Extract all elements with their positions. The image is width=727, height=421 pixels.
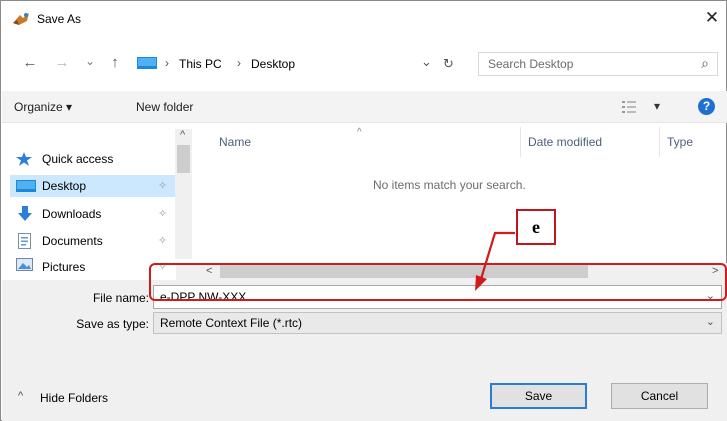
address-dropdown-button[interactable]: ⌄: [421, 54, 432, 70]
sort-indicator-icon: ^: [357, 127, 362, 138]
pin-icon: ✧: [158, 235, 168, 247]
navigation-pane: Quick access Desktop ✧ Downloads ✧ Docum…: [2, 124, 193, 274]
breadcrumb-this-pc[interactable]: This PC: [179, 57, 222, 71]
close-button[interactable]: ✕: [701, 7, 723, 29]
download-icon: [18, 206, 32, 221]
up-button[interactable]: ↑: [107, 53, 123, 73]
nav-item-desktop[interactable]: Desktop ✧: [10, 175, 180, 197]
view-dropdown-button[interactable]: ▾: [654, 99, 660, 113]
cancel-button[interactable]: Cancel: [611, 383, 708, 409]
nav-item-documents[interactable]: Documents ✧: [10, 230, 180, 252]
documents-icon: [18, 233, 31, 249]
save-as-dialog: Save As ✕ ← → ⌄ ↑ › This PC › Desktop ⌄ …: [0, 0, 727, 421]
column-header-type[interactable]: Type: [667, 135, 693, 149]
desktop-icon: [16, 180, 36, 192]
app-icon: [13, 13, 29, 25]
organize-button[interactable]: Organize ▾: [14, 100, 72, 114]
save-as-type-select[interactable]: Remote Context File (*.rtc) ⌄: [153, 312, 722, 334]
hide-folders-label: Hide Folders: [40, 391, 109, 405]
breadcrumb-desktop[interactable]: Desktop: [251, 57, 295, 71]
pin-icon: ✧: [158, 208, 168, 220]
command-toolbar: Organize ▾ New folder ▾ ?: [2, 91, 727, 123]
save-button[interactable]: Save: [490, 383, 587, 409]
desktop-location-icon: [137, 57, 157, 69]
forward-button[interactable]: →: [53, 53, 71, 73]
nav-pane-scrollbar[interactable]: ^: [175, 129, 192, 259]
nav-item-label: Pictures: [42, 260, 86, 274]
column-header-date-modified[interactable]: Date modified: [528, 135, 602, 149]
star-icon: [16, 152, 32, 166]
address-bar[interactable]: › This PC › Desktop ⌄ ↻: [132, 52, 470, 76]
column-separator[interactable]: [520, 127, 521, 157]
refresh-button[interactable]: ↻: [443, 56, 454, 72]
column-separator[interactable]: [659, 127, 660, 157]
new-folder-button[interactable]: New folder: [136, 100, 193, 114]
column-header-name[interactable]: Name: [219, 135, 251, 149]
pictures-icon: [16, 258, 33, 271]
nav-item-downloads[interactable]: Downloads ✧: [10, 203, 180, 225]
scroll-up-button[interactable]: ^: [180, 129, 185, 141]
nav-item-label: Desktop: [42, 179, 87, 193]
back-button[interactable]: ←: [21, 53, 39, 73]
nav-item-quick-access[interactable]: Quick access: [10, 148, 180, 170]
nav-item-label: Documents: [42, 234, 103, 248]
search-input[interactable]: Search Desktop ⌕: [478, 52, 718, 76]
pin-icon: ✧: [158, 180, 168, 192]
save-form-panel: File name: e-DPP NW-XXX ⌄ Save as type: …: [2, 280, 727, 421]
search-placeholder: Search Desktop: [488, 57, 574, 71]
recent-locations-button[interactable]: ⌄: [83, 51, 97, 71]
save-as-type-label: Save as type:: [76, 317, 149, 331]
search-icon: ⌕: [701, 55, 709, 71]
window-title: Save As: [37, 12, 82, 26]
chevron-down-icon[interactable]: ⌄: [706, 315, 715, 328]
file-name-highlight-box: [149, 263, 727, 301]
breadcrumb-separator: ›: [165, 56, 169, 70]
breadcrumb-separator: ›: [237, 56, 241, 70]
nav-item-label: Downloads: [42, 207, 102, 221]
annotation-arrow-icon: [475, 231, 515, 291]
save-as-type-value: Remote Context File (*.rtc): [160, 316, 303, 330]
view-options-icon[interactable]: [622, 101, 636, 113]
chevron-up-icon: ^: [18, 390, 24, 402]
help-icon[interactable]: ?: [698, 98, 715, 115]
file-name-label: File name:: [92, 291, 149, 305]
annotation-callout: e: [516, 209, 556, 245]
scroll-thumb[interactable]: [177, 145, 190, 173]
empty-message: No items match your search.: [373, 178, 526, 192]
nav-item-label: Quick access: [42, 152, 114, 166]
